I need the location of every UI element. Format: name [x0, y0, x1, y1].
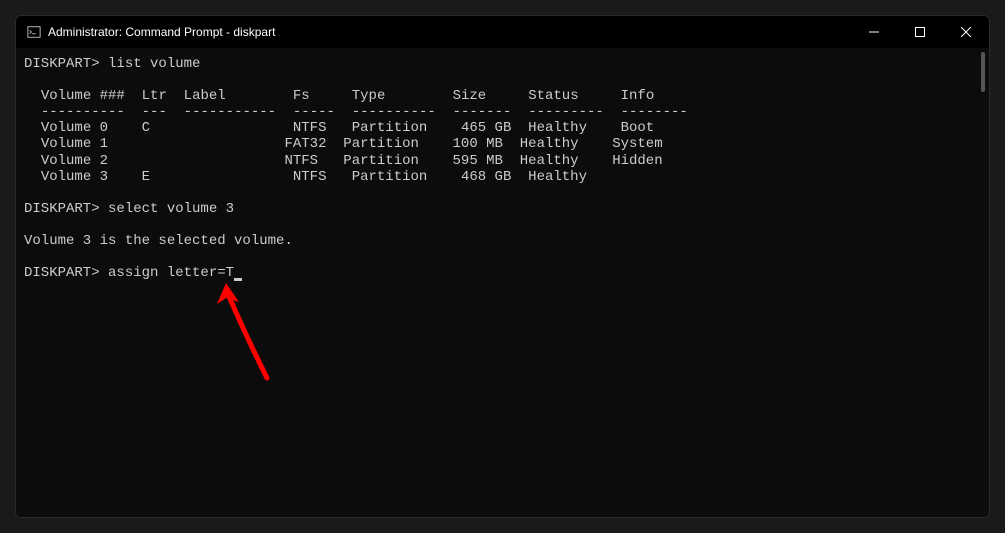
window-controls [851, 16, 989, 48]
sep: -------- [621, 104, 688, 120]
row-status: Healthy [528, 169, 587, 185]
header-size: Size [453, 88, 487, 104]
minimize-button[interactable] [851, 16, 897, 48]
current-command: assign letter=T [108, 265, 234, 281]
window-title: Administrator: Command Prompt - diskpart [48, 25, 851, 39]
row-type: Partition [352, 120, 428, 136]
row-fs: NTFS [293, 120, 327, 136]
row-status: Healthy [520, 136, 579, 152]
row-volume: Volume 2 [41, 153, 108, 169]
sep: --------- [528, 104, 604, 120]
row-type: Partition [343, 136, 419, 152]
prompt-line-2: DISKPART> select volume 3 [24, 201, 234, 217]
header-type: Type [352, 88, 386, 104]
header-volume: Volume ### [41, 88, 125, 104]
sep: ----------- [184, 104, 276, 120]
row-type: Partition [352, 169, 428, 185]
row-info: Boot [621, 120, 655, 136]
header-ltr: Ltr [142, 88, 167, 104]
maximize-button[interactable] [897, 16, 943, 48]
row-info: System [612, 136, 662, 152]
header-status: Status [528, 88, 578, 104]
row-size: 100 MB [453, 136, 503, 152]
prompt-prefix: DISKPART> [24, 265, 108, 281]
titlebar: Administrator: Command Prompt - diskpart [16, 16, 989, 48]
row-type: Partition [343, 153, 419, 169]
row-volume: Volume 3 [41, 169, 108, 185]
command-prompt-window: Administrator: Command Prompt - diskpart… [15, 15, 990, 518]
prompt-line-1: DISKPART> list volume [24, 56, 200, 72]
sep: ----- [293, 104, 335, 120]
row-volume: Volume 0 [41, 120, 108, 136]
row-info: Hidden [612, 153, 662, 169]
header-fs: Fs [293, 88, 310, 104]
row-status: Healthy [520, 153, 579, 169]
row-size: 465 GB [461, 120, 511, 136]
row-size: 595 MB [453, 153, 503, 169]
cursor [234, 278, 242, 281]
row-ltr: C [142, 120, 150, 136]
terminal-area[interactable]: DISKPART> list volume Volume ### Ltr Lab… [16, 48, 989, 517]
sep: ------- [453, 104, 512, 120]
header-info: Info [621, 88, 655, 104]
scrollbar-thumb[interactable] [981, 52, 985, 92]
sep: ---------- [41, 104, 125, 120]
row-fs: NTFS [293, 169, 327, 185]
sep: ---------- [352, 104, 436, 120]
sep: --- [142, 104, 167, 120]
row-fs: FAT32 [284, 136, 326, 152]
row-volume: Volume 1 [41, 136, 108, 152]
row-size: 468 GB [461, 169, 511, 185]
header-label: Label [184, 88, 226, 104]
response-line: Volume 3 is the selected volume. [24, 233, 293, 249]
close-button[interactable] [943, 16, 989, 48]
row-fs: NTFS [284, 153, 318, 169]
cmd-icon [26, 24, 42, 40]
row-ltr: E [142, 169, 150, 185]
row-status: Healthy [528, 120, 587, 136]
